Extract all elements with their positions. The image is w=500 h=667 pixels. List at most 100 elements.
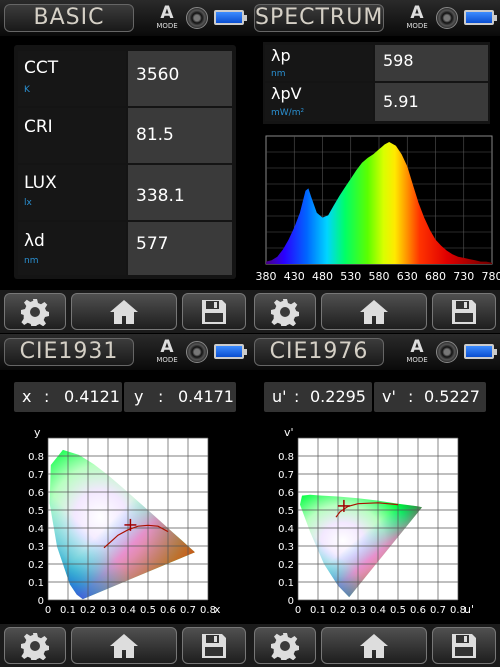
floppy-disk-icon: [452, 299, 476, 324]
settings-button[interactable]: [254, 293, 316, 330]
page-title[interactable]: CIE1931: [4, 338, 134, 366]
cct-unit: K: [24, 85, 30, 95]
y-coordinate-box: y: 0.4171: [124, 382, 236, 412]
x-tick-label: 0: [45, 605, 51, 616]
y-tick-label: 0.8: [278, 452, 294, 463]
toolbar: [250, 290, 500, 333]
home-icon: [110, 633, 138, 658]
x-tick-label: 0.6: [410, 605, 426, 616]
dominant-wavelength-unit: nm: [24, 256, 39, 266]
measurement-table: CCT K 3560 CRI 81.5 LUX lx 338.1 λd nm 5…: [14, 45, 236, 279]
shutter-icon[interactable]: [436, 341, 458, 363]
home-icon: [360, 633, 388, 658]
x-tick-label: 0.3: [100, 605, 116, 616]
spectrum-panel: SPECTRUM AMODE λp nm 598 λpV mW/m² 5.91: [250, 0, 500, 333]
cie1931-diagram: 0 0.1 0.2 0.3 0.4 0.5 0.6 0.7 0.8 0 0.1 0.2 0.3 0.4 0.…: [28, 426, 221, 616]
shutter-icon[interactable]: [186, 7, 208, 29]
mode-button[interactable]: A MODE: [403, 339, 431, 366]
peak-wavelength-value: 598: [383, 51, 414, 70]
home-button[interactable]: [71, 627, 177, 664]
settings-button[interactable]: [4, 627, 66, 664]
battery-icon: [464, 10, 497, 25]
y-tick-label: 0.8: [28, 452, 44, 463]
home-icon: [360, 299, 388, 324]
mode-button[interactable]: A MODE: [153, 5, 181, 32]
mode-label: MODE: [156, 22, 178, 30]
y-tick-label: 0.5: [28, 506, 44, 517]
x-tick-label: 0.3: [350, 605, 366, 616]
x-tick-label: 0.2: [330, 605, 346, 616]
cct-value-cell: 3560: [128, 51, 232, 106]
home-button[interactable]: [321, 293, 427, 330]
shutter-icon[interactable]: [186, 341, 208, 363]
x-tick-label: 430: [284, 270, 305, 283]
battery-icon: [214, 344, 247, 359]
cct-value: 3560: [136, 65, 180, 85]
header: CIE1976 A MODE: [250, 334, 500, 370]
peak-wavelength-label: λp: [271, 46, 291, 65]
floppy-disk-icon: [202, 299, 226, 324]
save-button[interactable]: [432, 293, 496, 330]
peak-power-value-cell: 5.91: [375, 83, 488, 121]
y-tick-label: 0: [288, 596, 294, 607]
y-axis-label: v': [284, 426, 294, 439]
x-tick-label: 780: [482, 270, 500, 283]
x-coordinate-box: x: 0.4121: [14, 382, 122, 412]
toolbar: [0, 290, 250, 333]
x-tick-label: 380: [256, 270, 277, 283]
y-tick-label: 0.2: [28, 560, 44, 571]
y-tick-label: 0.4: [278, 524, 294, 535]
home-button[interactable]: [321, 627, 427, 664]
save-button[interactable]: [432, 627, 496, 664]
y-tick-label: 0.7: [278, 470, 294, 481]
basic-panel: BASIC A MODE CCT K 3560 CRI 81.5 LUX lx 3…: [0, 0, 250, 333]
y-coordinate-label: y: [134, 387, 144, 406]
cri-label: CRI: [24, 117, 53, 137]
battery-icon: [464, 344, 497, 359]
y-tick-label: 0.6: [278, 488, 294, 499]
save-button[interactable]: [182, 293, 246, 330]
x-coordinate-value: 0.4121: [64, 387, 120, 406]
mode-letter: A: [160, 337, 174, 357]
y-tick-label: 0.1: [28, 578, 44, 589]
shutter-icon[interactable]: [436, 7, 458, 29]
v-coordinate-box: v': 0.5227: [374, 382, 486, 412]
toolbar: [250, 624, 500, 667]
x-tick-label: 0.7: [180, 605, 196, 616]
header: BASIC A MODE: [0, 0, 250, 36]
y-tick-label: 0.2: [278, 560, 294, 571]
home-button[interactable]: [71, 293, 177, 330]
cri-label-cell: CRI: [18, 108, 126, 163]
settings-button[interactable]: [4, 293, 66, 330]
save-button[interactable]: [182, 627, 246, 664]
x-tick-label: 480: [312, 270, 333, 283]
v-coordinate-value: 0.5227: [424, 387, 480, 406]
page-title[interactable]: CIE1976: [254, 338, 384, 366]
x-tick-label: 0.5: [140, 605, 156, 616]
page-title[interactable]: BASIC: [4, 4, 134, 32]
settings-button[interactable]: [254, 627, 316, 664]
y-coordinate-value: 0.4171: [178, 387, 234, 406]
u-coordinate-value: 0.2295: [310, 387, 366, 406]
mode-button[interactable]: A MODE: [403, 5, 431, 32]
mode-label: MODE: [406, 22, 428, 30]
header: SPECTRUM A MODE: [250, 0, 500, 36]
lux-label-cell: LUX lx: [18, 165, 126, 220]
x-tick-label: 0.2: [80, 605, 96, 616]
lux-unit: lx: [24, 198, 32, 208]
u-coordinate-box: u': 0.2295: [264, 382, 372, 412]
peak-power-unit: mW/m²: [271, 108, 305, 118]
y-tick-label: 0.6: [28, 488, 44, 499]
y-tick-label: 0: [38, 596, 44, 607]
page-title[interactable]: SPECTRUM: [254, 4, 384, 32]
mode-button[interactable]: A MODE: [153, 339, 181, 366]
floppy-disk-icon: [452, 633, 476, 658]
gear-icon: [271, 298, 299, 326]
gear-icon: [271, 632, 299, 660]
cie1976-panel: CIE1976 A MODE u': 0.2295 v': 0.5227 0 0.1…: [250, 334, 500, 667]
peak-power-value: 5.91: [383, 92, 419, 111]
y-tick-label: 0.3: [278, 542, 294, 553]
x-tick-label: 530: [340, 270, 361, 283]
y-tick-label: 0.4: [28, 524, 44, 535]
dominant-wavelength-value: 577: [136, 234, 169, 254]
